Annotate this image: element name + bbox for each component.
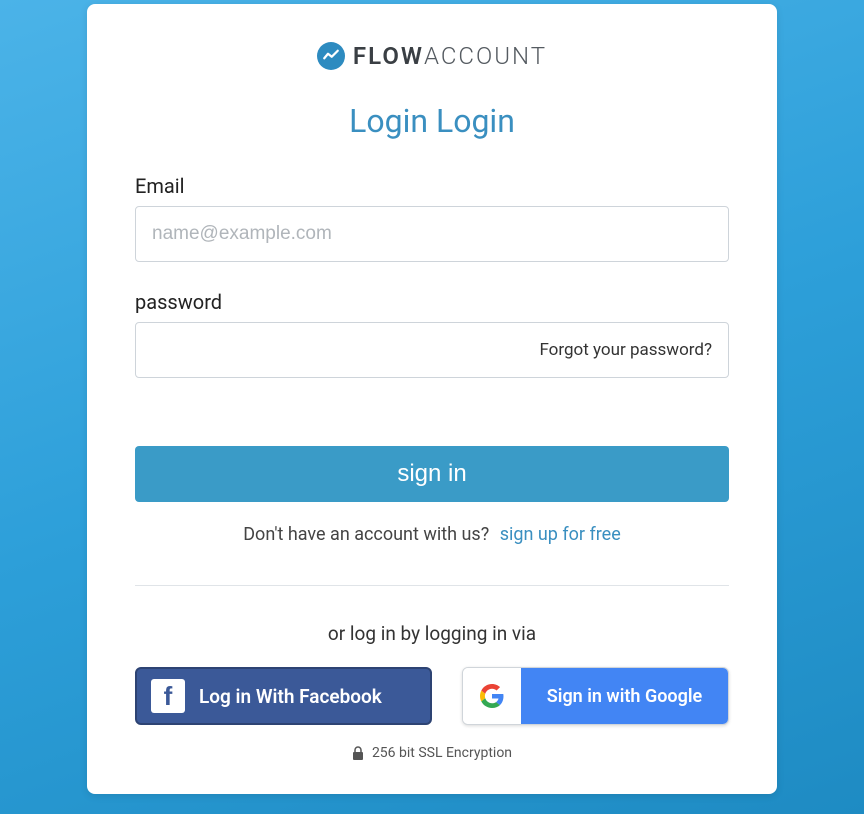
password-input-wrap: Forgot your password? xyxy=(135,322,729,378)
facebook-button-label: Log in With Facebook xyxy=(199,685,382,708)
email-label: Email xyxy=(135,174,729,198)
divider xyxy=(135,585,729,586)
facebook-icon: f xyxy=(151,679,185,713)
ssl-text: 256 bit SSL Encryption xyxy=(372,745,512,761)
password-group: password Forgot your password? xyxy=(135,290,729,378)
google-button-label: Sign in with Google xyxy=(521,668,728,724)
signin-button[interactable]: sign in xyxy=(135,446,729,502)
logo: FLOWACCOUNT xyxy=(135,42,729,70)
password-label: password xyxy=(135,290,729,314)
ssl-row: 256 bit SSL Encryption xyxy=(135,745,729,761)
lock-icon xyxy=(352,746,364,760)
email-group: Email xyxy=(135,174,729,262)
google-icon xyxy=(463,668,521,724)
facebook-login-button[interactable]: f Log in With Facebook xyxy=(135,667,432,725)
email-input-wrap xyxy=(135,206,729,262)
forgot-password-link[interactable]: Forgot your password? xyxy=(539,340,712,360)
flowaccount-icon xyxy=(317,42,345,70)
social-row: f Log in With Facebook Sign in with Goog… xyxy=(135,667,729,725)
page-title: Login Login xyxy=(135,102,729,140)
signup-prompt: Don't have an account with us? xyxy=(243,524,489,545)
signup-link[interactable]: sign up for free xyxy=(500,524,621,545)
logo-text: FLOWACCOUNT xyxy=(353,42,547,70)
signup-row: Don't have an account with us? sign up f… xyxy=(135,524,729,545)
login-card: FLOWACCOUNT Login Login Email password F… xyxy=(87,4,777,794)
social-label: or log in by logging in via xyxy=(135,622,729,645)
email-field[interactable] xyxy=(136,207,728,261)
google-login-button[interactable]: Sign in with Google xyxy=(462,667,729,725)
